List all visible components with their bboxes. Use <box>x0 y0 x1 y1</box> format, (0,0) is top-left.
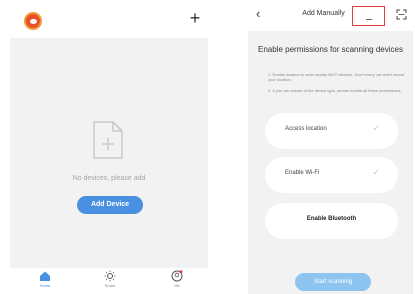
add-device-plus-button[interactable]: + <box>186 9 204 27</box>
access-location-card[interactable]: Access location ✓ <box>265 113 398 149</box>
check-icon: ✓ <box>372 167 380 177</box>
tab-indicator <box>366 19 372 20</box>
app-logo-icon <box>24 12 42 30</box>
nav-smart[interactable]: Smart <box>95 270 125 288</box>
empty-document-icon <box>93 121 123 159</box>
enable-wifi-label: Enable Wi-Fi <box>285 170 320 176</box>
page-title: Add Manually <box>302 10 345 17</box>
home-content: No devices, please add Add Device <box>10 38 208 268</box>
start-scanning-button[interactable]: Start scanning <box>295 273 371 291</box>
bottom-nav: Home Smart Me <box>10 268 208 294</box>
nav-home[interactable]: Home <box>30 270 60 288</box>
enable-bluetooth-label: Enable Bluetooth <box>306 216 357 222</box>
back-icon[interactable]: ‹ <box>256 7 260 20</box>
check-icon: ✓ <box>372 123 380 133</box>
nav-smart-label: Smart <box>104 283 116 288</box>
profile-icon <box>171 270 183 282</box>
home-screen: + No devices, please add Add Device Home… <box>10 0 208 294</box>
scan-icon[interactable] <box>396 9 407 20</box>
enable-wifi-card[interactable]: Enable Wi-Fi ✓ <box>265 157 398 193</box>
nav-home-label: Home <box>39 283 51 288</box>
enable-bluetooth-card[interactable]: Enable Bluetooth <box>265 203 398 239</box>
permissions-title: Enable permissions for scanning devices <box>258 45 403 54</box>
access-location-label: Access location <box>285 126 327 132</box>
nav-me[interactable]: Me <box>162 270 192 288</box>
nav-me-label: Me <box>174 283 180 288</box>
sun-icon <box>104 270 116 282</box>
add-device-button[interactable]: Add Device <box>77 196 143 214</box>
empty-state-message: No devices, please add <box>72 175 146 182</box>
home-icon <box>40 271 50 281</box>
permission-note-1: 1. Enable location to scan nearby Wi-Fi … <box>268 72 405 82</box>
permission-note-2: 2. If you are unsure of the device type,… <box>268 88 402 93</box>
highlight-box <box>352 6 385 26</box>
permissions-panel: Enable permissions for scanning devices … <box>248 31 413 294</box>
add-manually-screen: ‹ Add Manually Enable permissions for sc… <box>246 0 415 294</box>
home-top-bar: + <box>10 0 208 38</box>
